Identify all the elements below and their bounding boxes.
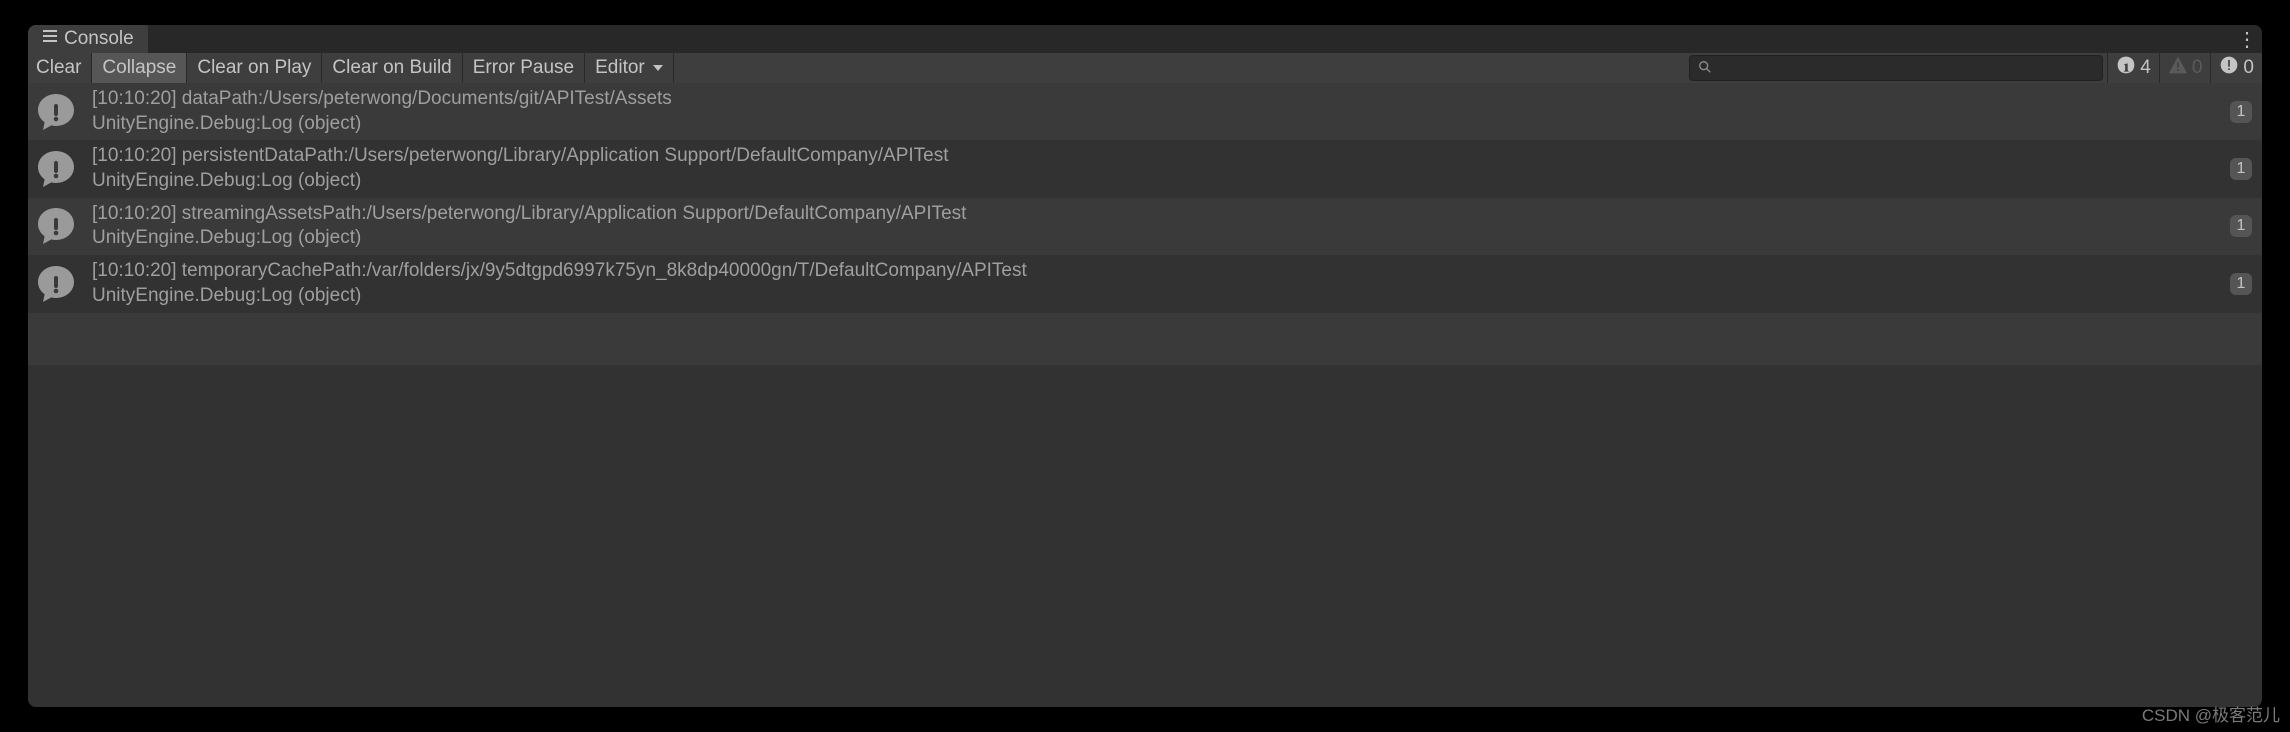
log-line1: [10:10:20] streamingAssetsPath:/Users/pe…	[92, 202, 2218, 227]
kebab-icon: ⋮	[2237, 27, 2257, 52]
list-icon	[42, 28, 58, 50]
console-panel: Console ⋮ Clear Collapse Clear on Play C…	[28, 25, 2262, 707]
log-text: [10:10:20] streamingAssetsPath:/Users/pe…	[92, 202, 2218, 251]
clear-on-build-button[interactable]: Clear on Build	[322, 53, 462, 83]
log-count-badge: 1	[2230, 273, 2252, 295]
clear-on-play-button[interactable]: Clear on Play	[187, 53, 322, 83]
warning-icon	[2168, 55, 2188, 81]
error-count: 0	[2243, 57, 2254, 79]
speech-bubble-info-icon	[36, 149, 76, 189]
log-count-badge: 1	[2230, 215, 2252, 237]
log-line2: UnityEngine.Debug:Log (object)	[92, 112, 2218, 137]
log-line2: UnityEngine.Debug:Log (object)	[92, 169, 2218, 194]
tab-bar-filler	[148, 25, 2232, 53]
panel-menu-button[interactable]: ⋮	[2232, 25, 2262, 53]
log-row[interactable]: [10:10:20] dataPath:/Users/peterwong/Doc…	[28, 83, 2262, 140]
search-input[interactable]	[1718, 56, 2094, 80]
error-icon	[2219, 55, 2239, 81]
toolbar-spacer	[674, 53, 1686, 83]
log-text: [10:10:20] dataPath:/Users/peterwong/Doc…	[92, 87, 2218, 136]
log-text: [10:10:20] temporaryCachePath:/var/folde…	[92, 259, 2218, 308]
search-icon	[1698, 58, 1718, 79]
editor-dropdown-label: Editor	[595, 57, 645, 79]
search-field[interactable]	[1689, 55, 2103, 81]
clear-button[interactable]: Clear	[28, 53, 92, 83]
speech-bubble-info-icon	[36, 92, 76, 132]
log-line1: [10:10:20] dataPath:/Users/peterwong/Doc…	[92, 87, 2218, 112]
speech-bubble-info-icon	[36, 206, 76, 246]
log-row[interactable]: [10:10:20] persistentDataPath:/Users/pet…	[28, 140, 2262, 197]
log-line1: [10:10:20] persistentDataPath:/Users/pet…	[92, 144, 2218, 169]
error-pause-button[interactable]: Error Pause	[463, 53, 585, 83]
watermark: CSDN @极客范儿	[2142, 701, 2280, 726]
log-count-badge: 1	[2230, 101, 2252, 123]
info-icon	[2116, 55, 2136, 81]
editor-dropdown[interactable]: Editor	[585, 53, 674, 83]
info-count: 4	[2140, 57, 2151, 79]
toolbar: Clear Collapse Clear on Play Clear on Bu…	[28, 53, 2262, 83]
filter-error-button[interactable]: 0	[2210, 53, 2262, 83]
log-count-badge: 1	[2230, 158, 2252, 180]
log-line2: UnityEngine.Debug:Log (object)	[92, 226, 2218, 251]
log-row[interactable]: [10:10:20] temporaryCachePath:/var/folde…	[28, 255, 2262, 312]
tab-bar: Console ⋮	[28, 25, 2262, 53]
filter-info-button[interactable]: 4	[2107, 53, 2159, 83]
tab-console[interactable]: Console	[28, 25, 148, 53]
log-row[interactable]: [10:10:20] streamingAssetsPath:/Users/pe…	[28, 198, 2262, 255]
speech-bubble-info-icon	[36, 264, 76, 304]
filter-warning-button[interactable]: 0	[2159, 53, 2211, 83]
collapse-button[interactable]: Collapse	[92, 53, 187, 83]
log-text: [10:10:20] persistentDataPath:/Users/pet…	[92, 144, 2218, 193]
tab-title: Console	[64, 28, 134, 50]
log-list[interactable]: [10:10:20] dataPath:/Users/peterwong/Doc…	[28, 83, 2262, 707]
log-line1: [10:10:20] temporaryCachePath:/var/folde…	[92, 259, 2218, 284]
warning-count: 0	[2192, 57, 2203, 79]
log-line2: UnityEngine.Debug:Log (object)	[92, 284, 2218, 309]
empty-row	[28, 313, 2262, 365]
